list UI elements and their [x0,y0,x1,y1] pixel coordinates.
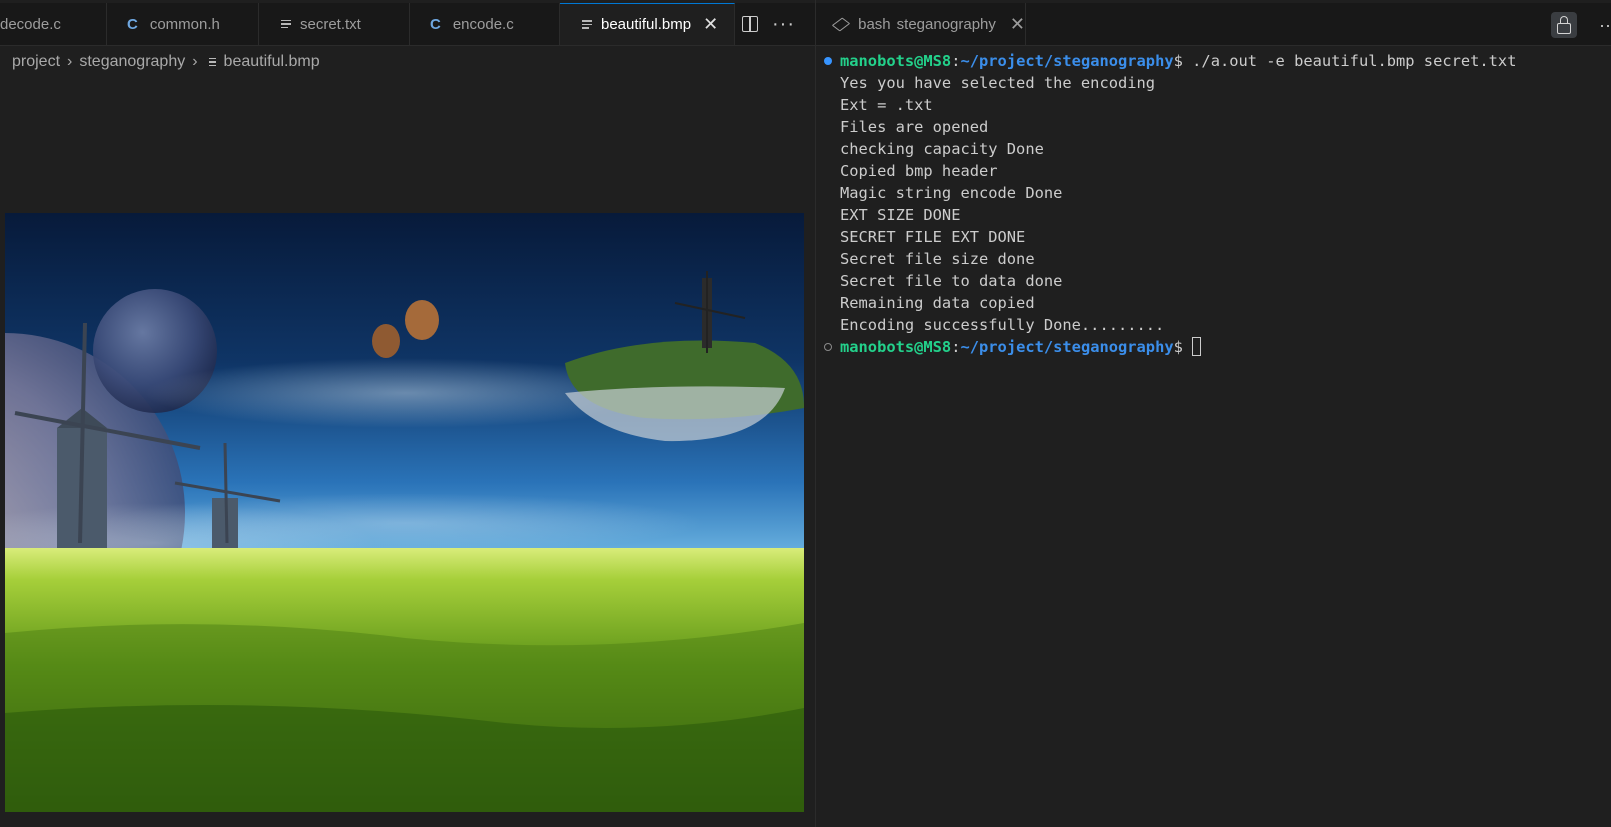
editor-tab-bar: decode.c C common.h secret.txt C encode.… [0,3,815,46]
terminal-cursor [1192,337,1202,356]
output-line: Yes you have selected the encoding [840,74,1156,92]
tab-label: decode.c [0,15,61,33]
close-icon[interactable]: ✕ [1010,14,1025,35]
output-line: Copied bmp header [840,162,998,180]
prompt-user: manobots@MS8 [840,52,952,70]
terminal-tab-label: bash [858,15,891,33]
output-line: Encoding successfully Done......... [840,316,1165,334]
breadcrumb-item-steganography[interactable]: steganography [79,53,185,71]
terminal-cube-icon [831,16,851,32]
command-status-icon[interactable] [824,343,832,351]
breadcrumb-item-file[interactable]: beautiful.bmp [224,53,320,71]
terminal-output[interactable]: manobots@MS8:~/project/steganography$ ./… [816,50,1611,358]
editor-actions: ··· [715,3,815,45]
more-actions-icon[interactable]: ·· [1599,15,1611,36]
terminal-tab[interactable]: bash steganography ✕ [816,3,1026,45]
prompt-symbol: $ [1173,338,1183,356]
landscape-image [5,213,804,812]
terminal-prompt-line: manobots@MS8:~/project/steganography$ [816,336,1611,358]
prompt-path: ~/project/steganography [960,52,1174,70]
text-file-icon [281,18,291,31]
chevron-right-icon: › [67,53,73,70]
split-editor-icon[interactable] [742,16,759,32]
terminal-tab-folder: steganography [896,15,996,33]
tab-encode-c[interactable]: C encode.c [410,3,560,45]
terminal-tab-bar: bash steganography ✕ ·· [816,3,1611,46]
more-actions-icon[interactable]: ··· [772,13,795,36]
output-line: SECRET FILE EXT DONE [840,228,1026,246]
prompt-user: manobots@MS8 [840,338,952,356]
terminal-command-line: manobots@MS8:~/project/steganography$ ./… [816,50,1611,72]
prompt-symbol: $ [1173,52,1183,70]
tab-decode-c[interactable]: decode.c [0,3,107,45]
lock-icon [1557,15,1571,34]
c-file-icon: C [127,15,138,33]
tab-beautiful-bmp[interactable]: beautiful.bmp ✕ [560,3,735,45]
breadcrumb: project › steganography › beautiful.bmp [12,52,320,72]
command-text: ./a.out -e beautiful.bmp secret.txt [1182,52,1517,70]
lock-button[interactable] [1551,12,1577,38]
command-status-icon[interactable] [824,57,832,65]
editor-pane: decode.c C common.h secret.txt C encode.… [0,0,815,827]
output-line: Secret file to data done [840,272,1063,290]
text-file-icon [582,18,592,31]
breadcrumb-item-project[interactable]: project [12,53,60,71]
output-line: Ext = .txt [840,96,933,114]
tab-label: secret.txt [300,15,361,33]
output-line: checking capacity Done [840,140,1044,158]
tab-secret-txt[interactable]: secret.txt [259,3,410,45]
output-line: Remaining data copied [840,294,1035,312]
output-line: Magic string encode Done [840,184,1063,202]
output-line: Files are opened [840,118,989,136]
text-file-icon [208,56,216,69]
output-line: EXT SIZE DONE [840,206,961,224]
tab-label: beautiful.bmp [601,16,692,33]
prompt-path: ~/project/steganography [960,338,1174,356]
tab-label: common.h [149,15,220,33]
chevron-right-icon: › [192,53,198,70]
output-line: Secret file size done [840,250,1035,268]
terminal-pane: bash steganography ✕ ·· manobots@MS8:~/p… [816,0,1611,827]
tab-common-h[interactable]: C common.h [107,3,259,45]
c-file-icon: C [430,15,441,33]
tab-label: encode.c [452,15,514,33]
image-preview [5,213,804,812]
